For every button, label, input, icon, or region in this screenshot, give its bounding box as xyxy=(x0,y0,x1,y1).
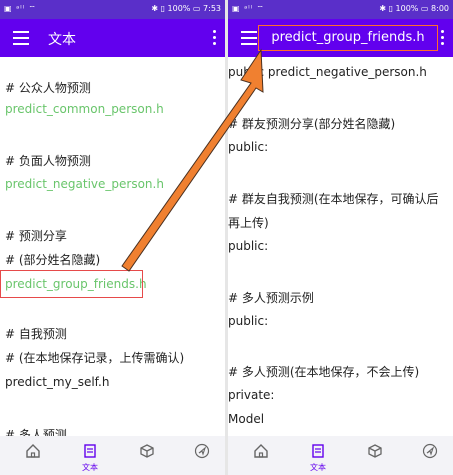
highlight-box xyxy=(0,270,143,298)
cube-icon xyxy=(140,444,154,458)
bottom-nav: 文本 xyxy=(228,436,453,475)
code-line: private: xyxy=(228,388,275,402)
status-battery-time: ✱ ▯ 100% ▭ 8:00 xyxy=(379,4,449,13)
comment-line: 再上传) xyxy=(228,216,269,230)
more-vert-icon[interactable] xyxy=(441,30,445,48)
navigation-icon xyxy=(422,443,438,459)
file-name: predict_my_self.h xyxy=(5,375,110,389)
file-link[interactable]: predict_negative_person.h xyxy=(5,177,164,191)
comment-line: # 负面人物预测 xyxy=(5,154,91,168)
code-line: public: xyxy=(228,239,269,253)
comment-line: # 多人预测 xyxy=(5,428,67,436)
home-icon xyxy=(254,444,268,458)
comment-line: # 自我预测 xyxy=(5,327,67,341)
app-bar: predict_group_friends.h xyxy=(228,19,453,57)
comment-line: # 公众人物预测 xyxy=(5,81,91,95)
document-icon xyxy=(312,444,324,458)
code-line: public: xyxy=(228,314,269,328)
code-line: public: xyxy=(228,140,269,154)
text-content[interactable]: # 公众人物预测 predict_common_person.h # 负面人物预… xyxy=(0,57,225,436)
status-bar: ▣ ᵃˡˡ ⌔ ✱ ▯ 100% ▭ 7:53 xyxy=(0,0,225,19)
status-battery-time: ✱ ▯ 100% ▭ 7:53 xyxy=(151,4,221,13)
comment-line: # 多人预测(在本地保存，不会上传) xyxy=(228,365,420,379)
nav-text[interactable]: 文本 xyxy=(79,443,101,473)
menu-icon[interactable] xyxy=(241,31,257,45)
status-signal: ▣ ᵃˡˡ ⌔ xyxy=(4,4,37,13)
comment-line: # (部分姓名隐藏) xyxy=(5,253,101,267)
status-signal: ▣ ᵃˡˡ ⌔ xyxy=(232,4,265,13)
nav-text[interactable]: 文本 xyxy=(307,443,329,473)
more-vert-icon[interactable] xyxy=(213,30,217,48)
nav-send[interactable] xyxy=(419,443,441,463)
comment-line: # 预测分享 xyxy=(5,229,67,243)
nav-text-label: 文本 xyxy=(82,463,98,472)
title-highlight-box: predict_group_friends.h xyxy=(258,25,438,51)
comment-line: # 群友自我预测(在本地保存，可确认后 xyxy=(228,192,439,206)
nav-model[interactable] xyxy=(136,443,158,463)
comment-line: # 多人预测示例 xyxy=(228,291,314,305)
comment-line: # 群友预测分享(部分姓名隐藏) xyxy=(228,117,396,131)
nav-send[interactable] xyxy=(191,443,213,463)
cube-icon xyxy=(368,444,382,458)
left-screen: ▣ ᵃˡˡ ⌔ ✱ ▯ 100% ▭ 7:53 文本 # 公众人物预测 pred… xyxy=(0,0,225,475)
nav-home[interactable] xyxy=(250,443,272,463)
file-link[interactable]: predict_common_person.h xyxy=(5,102,164,116)
nav-model[interactable] xyxy=(364,443,386,463)
bottom-nav: 文本 xyxy=(0,436,225,475)
menu-icon[interactable] xyxy=(13,31,29,45)
code-line: public predict_negative_person.h xyxy=(228,65,427,79)
navigation-icon xyxy=(194,443,210,459)
app-title: 文本 xyxy=(48,32,76,48)
document-icon xyxy=(84,444,96,458)
app-bar: 文本 xyxy=(0,19,225,57)
comment-line: # (在本地保存记录，上传需确认) xyxy=(5,351,185,365)
code-line: Model xyxy=(228,412,265,426)
home-icon xyxy=(26,444,40,458)
nav-text-label: 文本 xyxy=(310,463,326,472)
nav-home[interactable] xyxy=(22,443,44,463)
app-title: predict_group_friends.h xyxy=(271,30,425,45)
text-content[interactable]: public predict_negative_person.h # 群友预测分… xyxy=(228,57,453,436)
status-bar: ▣ ᵃˡˡ ⌔ ✱ ▯ 100% ▭ 8:00 xyxy=(228,0,453,19)
right-screen: ▣ ᵃˡˡ ⌔ ✱ ▯ 100% ▭ 8:00 predict_group_fr… xyxy=(228,0,453,475)
